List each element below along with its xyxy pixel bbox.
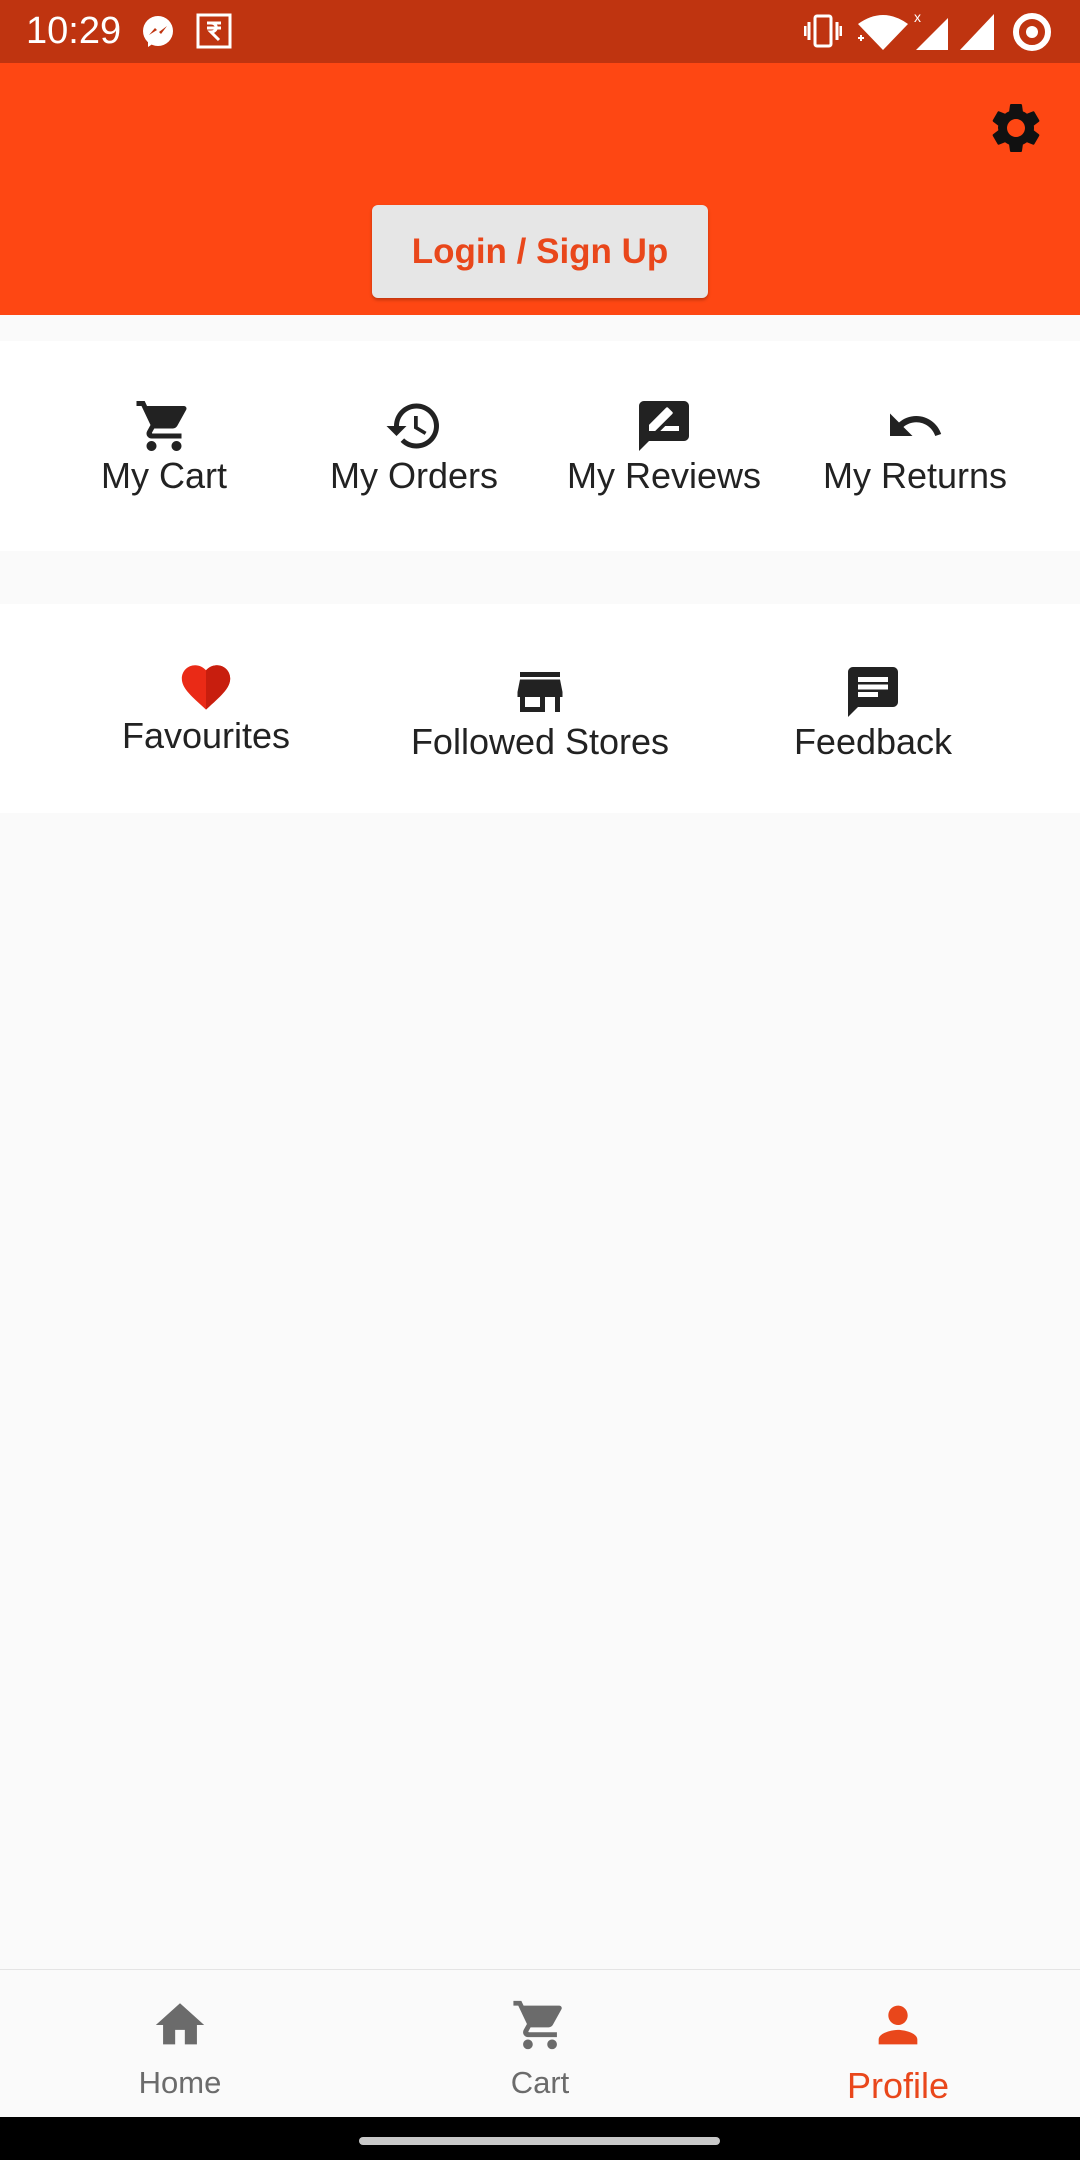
store-icon	[510, 662, 570, 722]
rupee-app-icon	[196, 13, 232, 54]
history-icon	[384, 396, 444, 456]
signal-icon	[960, 12, 996, 55]
secondary-actions-card: Favourites Followed Stores Feedback	[0, 604, 1080, 813]
login-signup-button[interactable]: Login / Sign Up	[372, 205, 708, 298]
my-reviews-label: My Reviews	[566, 455, 762, 496]
rate-review-icon	[634, 396, 694, 456]
gesture-bar	[0, 2117, 1080, 2160]
quick-actions-card: My Cart My Orders My Reviews My Returns	[0, 341, 1080, 551]
followed-stores-label: Followed Stores	[410, 721, 670, 762]
messenger-icon	[140, 14, 176, 55]
status-bar: 10:29 x	[0, 0, 1080, 63]
nav-profile-label: Profile	[846, 2065, 950, 2106]
vibrate-icon	[803, 14, 843, 53]
nav-home-label: Home	[138, 2065, 222, 2100]
my-reviews-item[interactable]: My Reviews	[564, 396, 764, 496]
cart-icon	[134, 396, 194, 456]
home-icon	[151, 1996, 209, 2059]
followed-stores-item[interactable]: Followed Stores	[390, 662, 690, 762]
signal-x-icon: x	[912, 9, 952, 55]
wifi-icon	[858, 14, 908, 55]
nav-home[interactable]: Home	[80, 1996, 280, 2101]
undo-icon	[885, 396, 945, 456]
ring-icon	[1012, 12, 1052, 57]
status-time: 10:29	[26, 10, 122, 52]
my-orders-label: My Orders	[329, 455, 498, 496]
home-gesture-handle[interactable]	[359, 2137, 720, 2145]
gear-icon[interactable]	[986, 98, 1046, 158]
feedback-label: Feedback	[793, 721, 953, 762]
person-icon	[869, 1996, 927, 2059]
my-returns-label: My Returns	[822, 455, 1008, 496]
my-orders-item[interactable]: My Orders	[314, 396, 514, 496]
my-cart-label: My Cart	[101, 455, 227, 496]
my-returns-item[interactable]: My Returns	[815, 396, 1015, 496]
favourites-item[interactable]: Favourites	[106, 658, 306, 756]
heart-icon	[177, 658, 235, 716]
nav-profile[interactable]: Profile	[798, 1996, 998, 2107]
my-cart-item[interactable]: My Cart	[64, 396, 264, 496]
cart-icon	[511, 1996, 569, 2059]
svg-text:x: x	[914, 10, 921, 25]
feedback-icon	[843, 662, 903, 722]
nav-cart[interactable]: Cart	[440, 1996, 640, 2101]
feedback-item[interactable]: Feedback	[773, 662, 973, 762]
favourites-label: Favourites	[121, 715, 291, 756]
bottom-nav: Home Cart Profile	[0, 1969, 1080, 2118]
nav-cart-label: Cart	[510, 2065, 570, 2100]
